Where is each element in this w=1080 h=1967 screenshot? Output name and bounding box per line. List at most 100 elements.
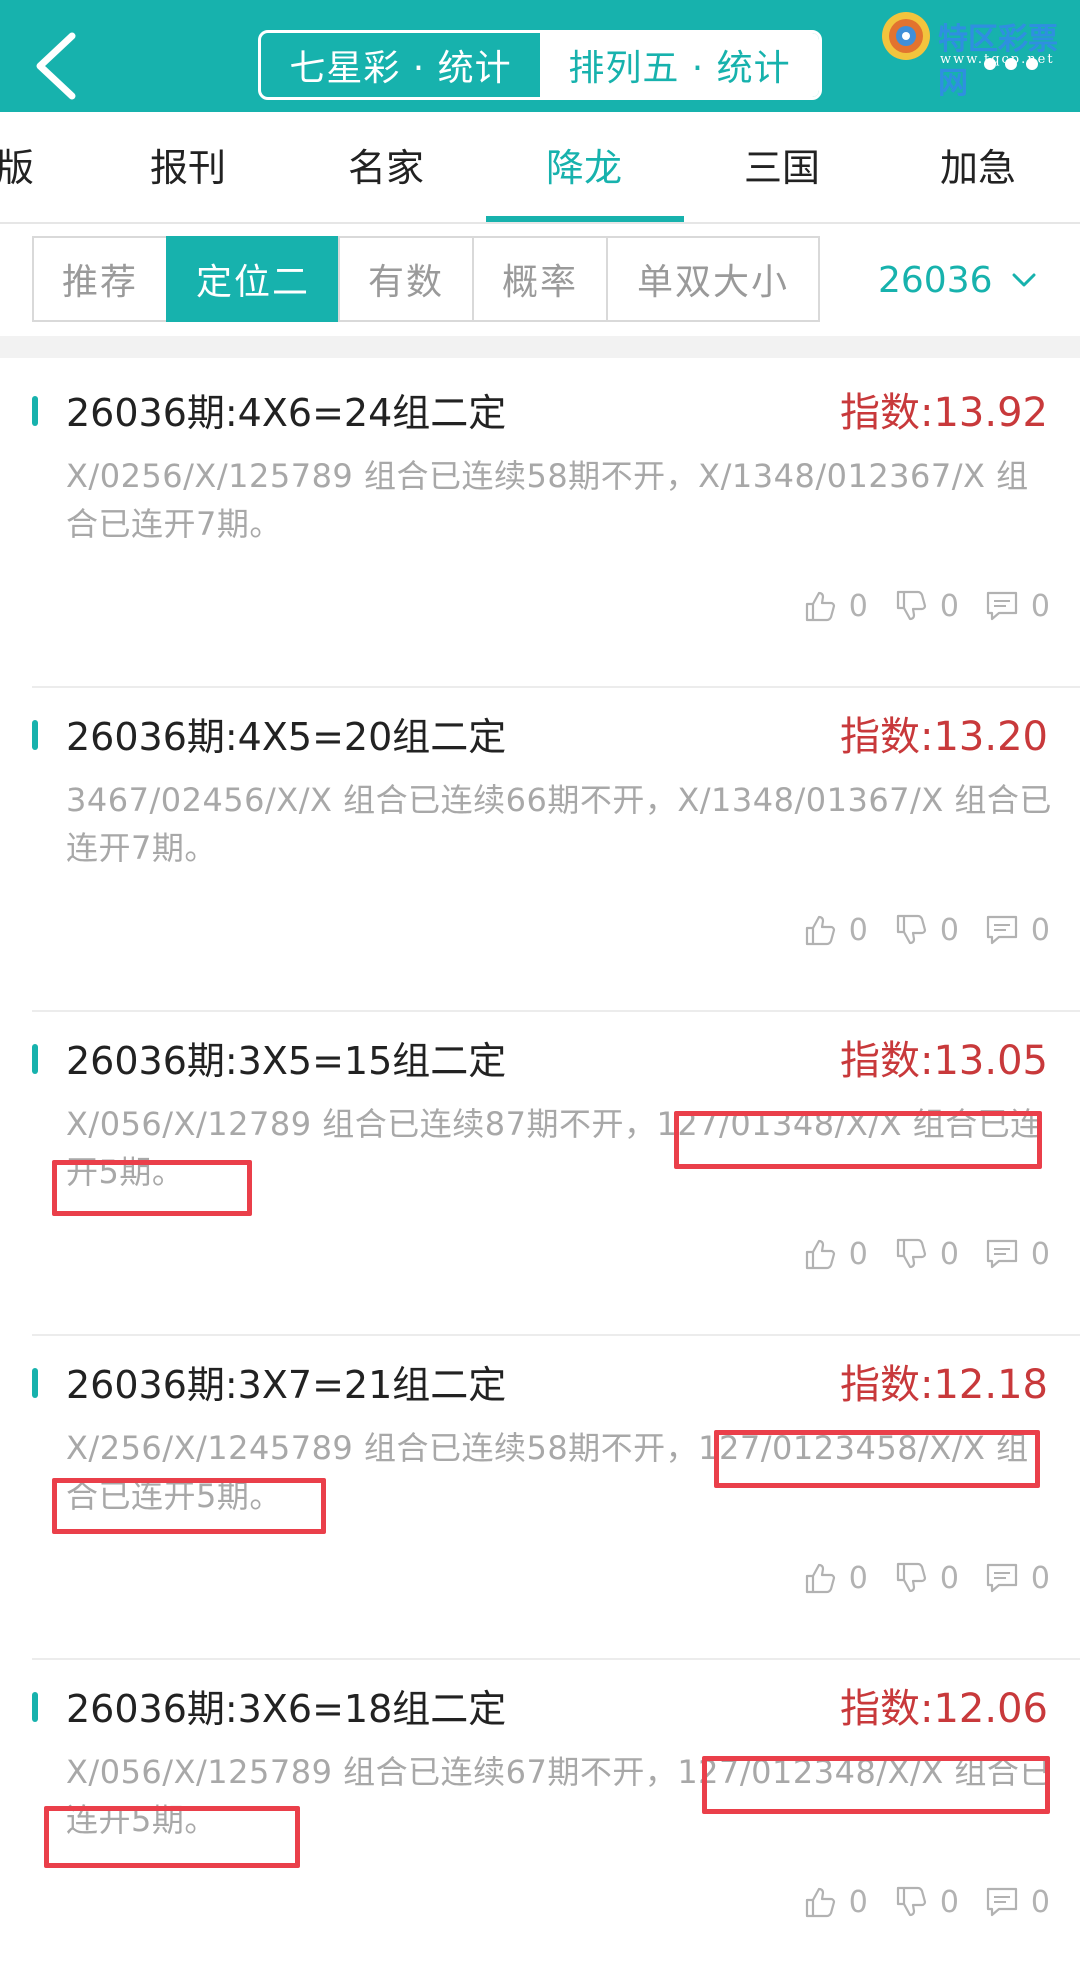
dislike-count: 0	[939, 1884, 959, 1920]
more-dot-icon	[1005, 58, 1017, 70]
dislike-count: 0	[939, 588, 959, 624]
comment-count: 0	[1030, 912, 1050, 948]
comment-button[interactable]: 0	[985, 1561, 1050, 1596]
card-title: 26036期:4X6=24组二定	[66, 391, 507, 435]
active-tab-indicator	[486, 216, 684, 222]
dislike-button[interactable]: 0	[894, 589, 959, 624]
comment-icon	[986, 591, 1018, 621]
card-index-score: 指数:13.92	[840, 390, 1048, 436]
recommendation-card[interactable]: 26036期:3X7=21组二定 指数:12.18 X/256/X/1245789 …	[32, 1336, 1080, 1660]
card-accent-bar	[32, 396, 38, 426]
dislike-button[interactable]: 0	[894, 1885, 959, 1920]
lottery-type-switch: 七星彩 · 统计 排列五 · 统计	[258, 30, 822, 100]
section-divider	[0, 336, 1080, 358]
tab-jiaji[interactable]: 加急	[940, 112, 1016, 224]
dislike-button[interactable]: 0	[894, 1237, 959, 1272]
chevron-down-icon	[1012, 273, 1036, 287]
comment-count: 0	[1030, 588, 1050, 624]
back-button[interactable]	[28, 28, 88, 104]
filter-danshuangdaxiao[interactable]: 单双大小	[606, 236, 820, 322]
recommendation-card[interactable]: 26036期:4X6=24组二定 指数:13.92 X/0256/X/125789 …	[32, 364, 1080, 688]
comment-icon	[986, 915, 1018, 945]
filter-youshu[interactable]: 有数	[338, 236, 474, 322]
like-count: 0	[848, 912, 868, 948]
like-count: 0	[848, 1560, 868, 1596]
tab-jianglong[interactable]: 降龙	[546, 112, 622, 224]
comment-icon	[986, 1239, 1018, 1269]
card-description: X/256/X/1245789 组合已连续58期不开，127/0123458/X…	[66, 1429, 1029, 1515]
card-actions: 0 0 0	[803, 1234, 1050, 1274]
filter-bar: 推荐 定位二 有数 概率 单双大小 26036	[0, 226, 1080, 336]
like-button[interactable]: 0	[803, 1561, 868, 1596]
card-actions: 0 0 0	[803, 910, 1050, 950]
issue-number: 26036	[878, 259, 993, 301]
issue-selector[interactable]: 26036	[878, 259, 1037, 301]
dislike-button[interactable]: 0	[894, 913, 959, 948]
thumbs-up-icon	[805, 1563, 835, 1594]
thumbs-down-icon	[896, 590, 926, 621]
chevron-left-icon	[36, 32, 76, 100]
more-options-button[interactable]	[984, 52, 1048, 76]
brand-logo-icon	[882, 12, 930, 60]
like-button[interactable]: 0	[803, 589, 868, 624]
comment-button[interactable]: 0	[985, 1237, 1050, 1272]
like-button[interactable]: 0	[803, 1885, 868, 1920]
recommendation-card[interactable]: 26036期:3X5=15组二定 指数:13.05 X/056/X/12789 组合…	[32, 1012, 1080, 1336]
comment-button[interactable]: 0	[985, 913, 1050, 948]
like-button[interactable]: 0	[803, 913, 868, 948]
card-description: X/056/X/125789 组合已连续67期不开，127/012348/X/X…	[66, 1753, 1052, 1839]
filter-gailv[interactable]: 概率	[472, 236, 608, 322]
tab-baokan[interactable]: 报刊	[150, 112, 226, 224]
thumbs-down-icon	[896, 1238, 926, 1269]
like-count: 0	[848, 588, 868, 624]
card-accent-bar	[32, 1692, 38, 1722]
comment-button[interactable]: 0	[985, 1885, 1050, 1920]
filter-tuijian[interactable]: 推荐	[32, 236, 168, 322]
card-actions: 0 0 0	[803, 1882, 1050, 1922]
filter-dingweier[interactable]: 定位二	[166, 236, 340, 322]
card-accent-bar	[32, 1368, 38, 1398]
app-header: 七星彩 · 统计 排列五 · 统计 特区彩票网 www.tqcp.net	[0, 0, 1080, 112]
thumbs-up-icon	[805, 915, 835, 946]
comment-count: 0	[1030, 1560, 1050, 1596]
tab-sanguo[interactable]: 三国	[744, 112, 820, 224]
more-dot-icon	[1026, 58, 1038, 70]
thumbs-up-icon	[805, 1239, 835, 1270]
card-title: 26036期:3X7=21组二定	[66, 1363, 507, 1407]
thumbs-down-icon	[896, 914, 926, 945]
recommendation-card[interactable]: 26036期:3X6=18组二定 指数:12.06 X/056/X/125789 组…	[32, 1660, 1080, 1967]
thumbs-up-icon	[805, 1887, 835, 1918]
card-accent-bar	[32, 720, 38, 750]
comment-icon	[986, 1563, 1018, 1593]
thumbs-down-icon	[896, 1886, 926, 1917]
tab-mingjia[interactable]: 名家	[348, 112, 424, 224]
segment-qixingcai[interactable]: 七星彩 · 统计	[261, 33, 540, 97]
card-index-score: 指数:13.20	[840, 714, 1048, 760]
like-button[interactable]: 0	[803, 1237, 868, 1272]
thumbs-up-icon	[805, 591, 835, 622]
recommendation-card[interactable]: 26036期:4X5=20组二定 指数:13.20 3467/02456/X/X 组…	[32, 688, 1080, 1012]
card-title: 26036期:4X5=20组二定	[66, 715, 507, 759]
segment-pailiewu[interactable]: 排列五 · 统计	[540, 33, 819, 97]
dislike-count: 0	[939, 912, 959, 948]
like-count: 0	[848, 1884, 868, 1920]
card-actions: 0 0 0	[803, 586, 1050, 626]
tab-ban[interactable]: 版	[0, 112, 34, 224]
dislike-count: 0	[939, 1236, 959, 1272]
card-title: 26036期:3X5=15组二定	[66, 1039, 507, 1083]
thumbs-down-icon	[896, 1562, 926, 1593]
dislike-count: 0	[939, 1560, 959, 1596]
card-index-score: 指数:12.18	[840, 1362, 1048, 1408]
card-description: X/056/X/12789 组合已连续87期不开，127/01348/X/X 组…	[66, 1105, 1043, 1191]
dislike-button[interactable]: 0	[894, 1561, 959, 1596]
comment-count: 0	[1030, 1884, 1050, 1920]
card-index-score: 指数:13.05	[840, 1038, 1048, 1084]
like-count: 0	[848, 1236, 868, 1272]
comment-button[interactable]: 0	[985, 589, 1050, 624]
card-accent-bar	[32, 1044, 38, 1074]
card-title: 26036期:3X6=18组二定	[66, 1687, 507, 1731]
card-description: X/0256/X/125789 组合已连续58期不开，X/1348/012367…	[66, 457, 1029, 543]
more-dot-icon	[984, 58, 996, 70]
card-actions: 0 0 0	[803, 1558, 1050, 1598]
comment-icon	[986, 1887, 1018, 1917]
